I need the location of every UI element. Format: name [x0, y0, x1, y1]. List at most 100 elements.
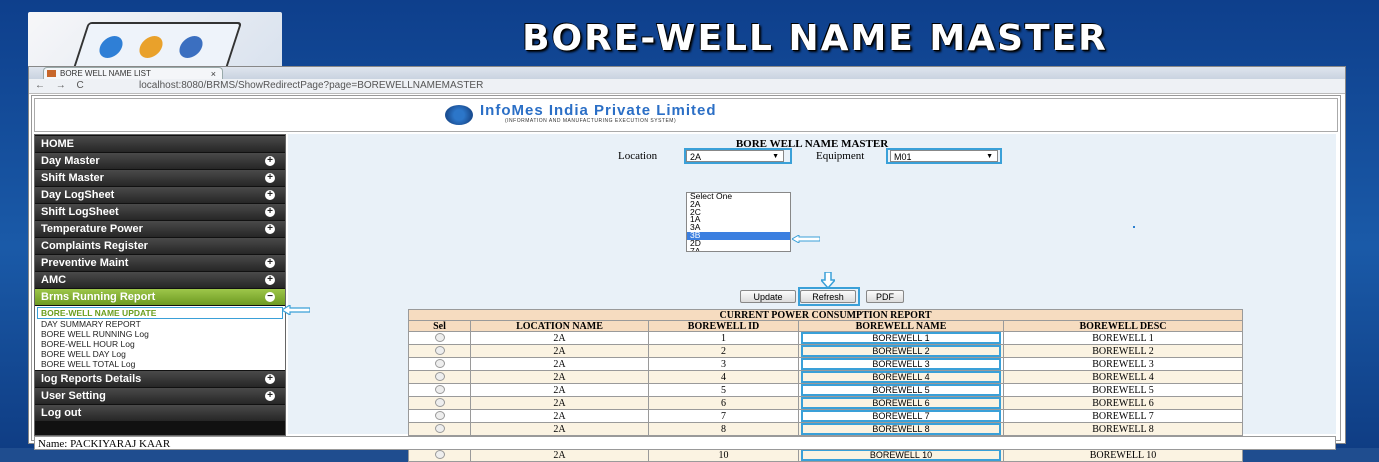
- submenu-item-bore-well-hour-log[interactable]: BORE-WELL HOUR Log: [35, 339, 285, 349]
- table-row[interactable]: 2A 8 BOREWELL 8 BOREWELL 8: [408, 422, 1244, 436]
- submenu-item-bore-well-running-log[interactable]: BORE WELL RUNNING Log: [35, 329, 285, 339]
- sidebar-submenu: BORE-WELL NAME UPDATE DAY SUMMARY REPORT B…: [35, 306, 285, 370]
- table-row[interactable]: 2A 3 BOREWELL 3 BOREWELL 3: [408, 357, 1244, 371]
- row-radio-button[interactable]: [434, 358, 445, 368]
- location-dropdown-list[interactable]: Select One 2A 2C 1A 3A 3B 2D 7A: [686, 192, 791, 252]
- sidebar-item-user-setting[interactable]: User Setting +: [35, 388, 285, 404]
- nav-buttons[interactable]: ← → C: [35, 79, 88, 93]
- location-name-cell: 2A: [470, 344, 649, 358]
- table-row[interactable]: 2A 2 BOREWELL 2 BOREWELL 2: [408, 344, 1244, 358]
- sidebar-item-complaints-register[interactable]: Complaints Register: [35, 238, 285, 254]
- submenu-item-bore-well-total-log[interactable]: BORE WELL TOTAL Log: [35, 359, 285, 369]
- borewell-name-input[interactable]: BOREWELL 10: [801, 449, 1001, 461]
- row-radio-button[interactable]: [434, 397, 445, 407]
- borewell-name-cell: BOREWELL 6: [798, 396, 1004, 410]
- collapse-minus-icon[interactable]: −: [265, 292, 275, 302]
- location-option[interactable]: 2D: [687, 239, 790, 248]
- borewell-desc-cell: BOREWELL 6: [1002, 396, 1244, 410]
- table-row[interactable]: 2A 6 BOREWELL 6 BOREWELL 6: [408, 396, 1244, 410]
- borewell-name-cell: BOREWELL 5: [798, 383, 1004, 397]
- table-row[interactable]: 2A 10 BOREWELL 10 BOREWELL 10: [408, 448, 1244, 462]
- borewell-desc-cell: BOREWELL 7: [1002, 409, 1244, 423]
- location-option[interactable]: 7A: [687, 246, 790, 251]
- sidebar-item-shift-master[interactable]: Shift Master +: [35, 170, 285, 186]
- borewell-name-input[interactable]: BOREWELL 6: [801, 397, 1001, 409]
- borewell-desc-cell: BOREWELL 10: [1002, 448, 1244, 462]
- sidebar-item-label: Log out: [41, 407, 82, 419]
- expand-plus-icon[interactable]: +: [265, 156, 275, 166]
- row-radio-button[interactable]: [434, 332, 445, 342]
- sidebar-item-brms-running-report[interactable]: Brms Running Report −: [35, 289, 285, 305]
- url-field[interactable]: localhost:8080/BRMS/ShowRedirectPage?pag…: [139, 80, 739, 91]
- expand-plus-icon[interactable]: +: [265, 374, 275, 384]
- borewell-name-cell: BOREWELL 3: [798, 357, 1004, 371]
- row-radio-button[interactable]: [434, 371, 445, 381]
- address-bar: ← → C localhost:8080/BRMS/ShowRedirectPa…: [29, 79, 1345, 94]
- expand-plus-icon[interactable]: +: [265, 173, 275, 183]
- table-row[interactable]: 2A 5 BOREWELL 5 BOREWELL 5: [408, 383, 1244, 397]
- borewell-id-cell: 4: [648, 370, 799, 384]
- submenu-item-day-summary-report[interactable]: DAY SUMMARY REPORT: [35, 319, 285, 329]
- expand-plus-icon[interactable]: +: [265, 391, 275, 401]
- borewell-desc-cell: BOREWELL 8: [1002, 422, 1244, 436]
- borewell-name-input[interactable]: BOREWELL 4: [801, 371, 1001, 383]
- tablet-hero-image: [28, 12, 282, 72]
- company-name: InfoMes India Private Limited: [480, 102, 717, 119]
- equipment-highlight: [886, 148, 1002, 164]
- sidebar-item-log-reports-details[interactable]: log Reports Details +: [35, 371, 285, 387]
- table-row[interactable]: 2A 7 BOREWELL 7 BOREWELL 7: [408, 409, 1244, 423]
- borewell-desc-cell: BOREWELL 4: [1002, 370, 1244, 384]
- sidebar-item-preventive-maint[interactable]: Preventive Maint +: [35, 255, 285, 271]
- sidebar-item-log-out[interactable]: Log out: [35, 405, 285, 421]
- sidebar-item-label: Temperature Power: [41, 223, 143, 235]
- sidebar-item-temperature-power[interactable]: Temperature Power +: [35, 221, 285, 237]
- sidebar-item-day-logsheet[interactable]: Day LogSheet +: [35, 187, 285, 203]
- location-option[interactable]: 1A: [687, 215, 790, 224]
- borewell-name-input[interactable]: BOREWELL 7: [801, 410, 1001, 422]
- update-button[interactable]: Update: [740, 290, 796, 303]
- sidebar-item-amc[interactable]: AMC +: [35, 272, 285, 288]
- borewell-name-input[interactable]: BOREWELL 3: [801, 358, 1001, 370]
- row-radio-button[interactable]: [434, 449, 445, 459]
- location-option[interactable]: 2C: [687, 207, 790, 217]
- table-row[interactable]: 2A 1 BOREWELL 1 BOREWELL 1: [408, 331, 1244, 345]
- location-name-cell: 2A: [470, 396, 649, 410]
- sidebar-item-day-master[interactable]: Day Master +: [35, 153, 285, 169]
- row-radio-button[interactable]: [434, 384, 445, 394]
- location-option[interactable]: 2A: [687, 200, 790, 209]
- column-header-borewell-desc: BOREWELL DESC: [1002, 320, 1244, 332]
- location-option[interactable]: 3A: [687, 223, 790, 232]
- borewell-name-input[interactable]: BOREWELL 5: [801, 384, 1001, 396]
- column-header-location-name: LOCATION NAME: [470, 320, 649, 332]
- location-option[interactable]: Select One: [687, 193, 790, 201]
- sidebar-menu: HOME Day Master + Shift Master + Day LogSheet…: [34, 134, 286, 436]
- submenu-item-bore-well-day-log[interactable]: BORE WELL DAY Log: [35, 349, 285, 359]
- column-header-borewell-id: BOREWELL ID: [648, 320, 799, 332]
- expand-plus-icon[interactable]: +: [265, 207, 275, 217]
- expand-plus-icon[interactable]: +: [265, 275, 275, 285]
- browser-tab[interactable]: BORE WELL NAME LIST ×: [43, 67, 223, 79]
- row-radio-button[interactable]: [434, 345, 445, 355]
- arrow-left-icon: [792, 235, 820, 243]
- expand-plus-icon[interactable]: +: [265, 258, 275, 268]
- pdf-button[interactable]: PDF: [866, 290, 904, 303]
- browser-window: BORE WELL NAME LIST × ← → C localhost:80…: [28, 66, 1346, 462]
- location-name-cell: 2A: [470, 422, 649, 436]
- borewell-name-input[interactable]: BOREWELL 1: [801, 332, 1001, 344]
- row-radio-button[interactable]: [434, 423, 445, 433]
- borewell-name-input[interactable]: BOREWELL 2: [801, 345, 1001, 357]
- company-subtitle: (INFORMATION AND MANUFACTURING EXECUTION…: [505, 118, 677, 124]
- sidebar-item-home[interactable]: HOME: [35, 136, 285, 152]
- row-radio-button[interactable]: [434, 410, 445, 420]
- company-banner: InfoMes India Private Limited (INFORMATI…: [34, 98, 1338, 132]
- expand-plus-icon[interactable]: +: [265, 224, 275, 234]
- select-cell: [408, 409, 471, 423]
- expand-plus-icon[interactable]: +: [265, 190, 275, 200]
- location-option[interactable]: 3B: [687, 231, 790, 240]
- submenu-item-bore-well-name-update[interactable]: BORE-WELL NAME UPDATE: [37, 307, 283, 319]
- borewell-name-input[interactable]: BOREWELL 8: [801, 423, 1001, 435]
- table-row[interactable]: 2A 4 BOREWELL 4 BOREWELL 4: [408, 370, 1244, 384]
- sidebar-item-shift-logsheet[interactable]: Shift LogSheet +: [35, 204, 285, 220]
- main-content: BORE WELL NAME MASTER Location 2A ▼ Equi…: [288, 134, 1336, 462]
- location-highlight: [684, 148, 792, 164]
